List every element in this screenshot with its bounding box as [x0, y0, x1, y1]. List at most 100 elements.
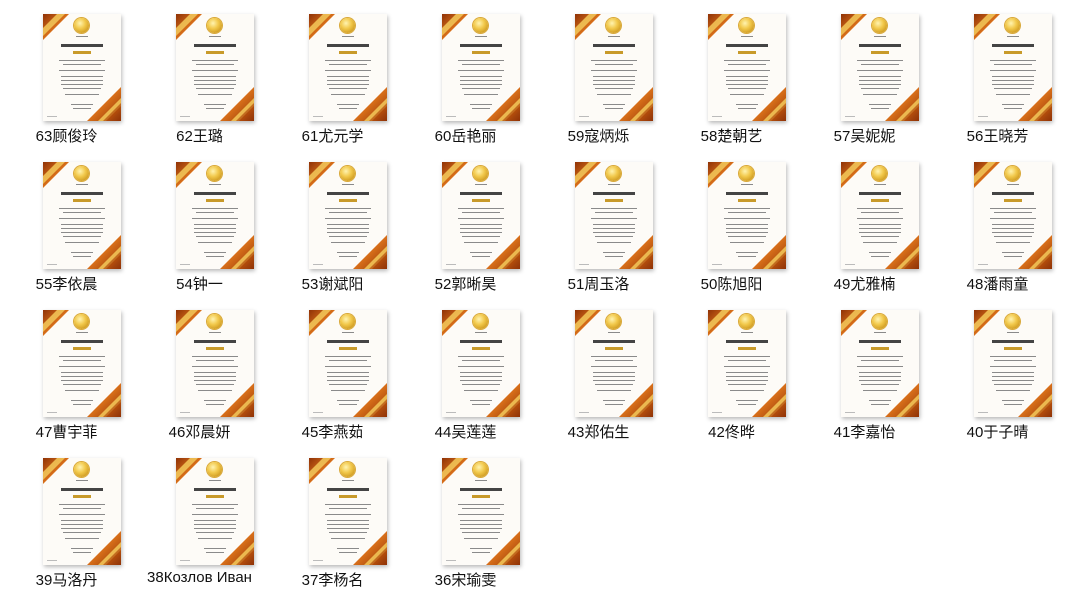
- file-item[interactable]: 41李嘉怡: [798, 296, 931, 444]
- file-name-label: 59寇炳烁: [567, 128, 630, 145]
- file-item[interactable]: 48潘雨童: [931, 148, 1064, 296]
- file-item[interactable]: 52郭晰昊: [399, 148, 532, 296]
- gold-medal-icon: [207, 166, 222, 181]
- file-name-label: 42佟晔: [708, 424, 755, 441]
- gold-medal-icon: [207, 314, 222, 329]
- file-item[interactable]: 36宋瑜雯: [399, 444, 532, 592]
- file-name-label: 58楚朝艺: [700, 128, 763, 145]
- file-name-label: 53谢斌阳: [301, 276, 364, 293]
- file-item[interactable]: 46邓晨妍: [133, 296, 266, 444]
- gold-medal-icon: [606, 166, 621, 181]
- certificate-thumbnail: [575, 162, 653, 269]
- file-name-label: 54钟一: [176, 276, 223, 293]
- file-name-label: 36宋瑜雯: [434, 572, 497, 589]
- file-item[interactable]: 37李杨名: [266, 444, 399, 592]
- certificate-thumbnail: [841, 162, 919, 269]
- file-item[interactable]: 59寇炳烁: [532, 0, 665, 148]
- gold-medal-icon: [340, 166, 355, 181]
- file-item[interactable]: 42佟晔: [665, 296, 798, 444]
- file-name-label: 38Козлов Иван: [147, 569, 252, 586]
- file-item[interactable]: 62王璐: [133, 0, 266, 148]
- file-item[interactable]: 60岳艳丽: [399, 0, 532, 148]
- gold-medal-icon: [340, 314, 355, 329]
- file-item[interactable]: 57吴妮妮: [798, 0, 931, 148]
- gold-medal-icon: [606, 18, 621, 33]
- file-item[interactable]: 54钟一: [133, 148, 266, 296]
- file-item[interactable]: 50陈旭阳: [665, 148, 798, 296]
- certificate-thumbnail: [442, 310, 520, 417]
- file-name-label: 40于子晴: [966, 424, 1029, 441]
- certificate-thumbnail: [974, 310, 1052, 417]
- certificate-thumbnail: [43, 458, 121, 565]
- gold-medal-icon: [207, 462, 222, 477]
- file-item[interactable]: 39马洛丹: [0, 444, 133, 592]
- file-name-label: 41李嘉怡: [833, 424, 896, 441]
- gold-medal-icon: [74, 18, 89, 33]
- file-item[interactable]: 47曹宇菲: [0, 296, 133, 444]
- gold-medal-icon: [74, 314, 89, 329]
- certificate-thumbnail: [841, 310, 919, 417]
- certificate-thumbnail: [43, 310, 121, 417]
- file-item[interactable]: 61尤元学: [266, 0, 399, 148]
- gold-medal-icon: [1005, 18, 1020, 33]
- file-name-label: 56王晓芳: [966, 128, 1029, 145]
- file-name-label: 49尤雅楠: [833, 276, 896, 293]
- certificate-thumbnail: [442, 14, 520, 121]
- certificate-thumbnail: [442, 458, 520, 565]
- file-item[interactable]: 49尤雅楠: [798, 148, 931, 296]
- gold-medal-icon: [473, 18, 488, 33]
- gold-medal-icon: [74, 166, 89, 181]
- file-item[interactable]: 51周玉洛: [532, 148, 665, 296]
- certificate-thumbnail: [442, 162, 520, 269]
- file-item[interactable]: 55李依晨: [0, 148, 133, 296]
- file-name-label: 46邓晨妍: [168, 424, 231, 441]
- gold-medal-icon: [340, 18, 355, 33]
- file-name-label: 55李依晨: [35, 276, 98, 293]
- file-item[interactable]: 45李燕茹: [266, 296, 399, 444]
- file-name-label: 63顾俊玲: [35, 128, 98, 145]
- file-name-label: 62王璐: [176, 128, 223, 145]
- file-name-label: 57吴妮妮: [833, 128, 896, 145]
- certificate-thumbnail: [974, 14, 1052, 121]
- certificate-thumbnail: [708, 162, 786, 269]
- file-item[interactable]: 63顾俊玲: [0, 0, 133, 148]
- gold-medal-icon: [74, 462, 89, 477]
- certificate-thumbnail: [708, 14, 786, 121]
- file-item[interactable]: 58楚朝艺: [665, 0, 798, 148]
- gold-medal-icon: [1005, 166, 1020, 181]
- certificate-thumbnail: [43, 162, 121, 269]
- file-item[interactable]: 56王晓芳: [931, 0, 1064, 148]
- gold-medal-icon: [1005, 314, 1020, 329]
- file-name-label: 50陈旭阳: [700, 276, 763, 293]
- file-name-label: 43郑佑生: [567, 424, 630, 441]
- file-name-label: 61尤元学: [301, 128, 364, 145]
- file-name-label: 60岳艳丽: [434, 128, 497, 145]
- file-name-label: 39马洛丹: [35, 572, 98, 589]
- file-name-label: 51周玉洛: [567, 276, 630, 293]
- gold-medal-icon: [872, 18, 887, 33]
- certificate-thumbnail: [176, 14, 254, 121]
- certificate-thumbnail: [309, 14, 387, 121]
- file-grid: 63顾俊玲 62王璐 61尤元学 60岳艳丽 59寇炳烁 58楚朝艺 57吴妮妮…: [0, 0, 1070, 616]
- file-item[interactable]: 40于子晴: [931, 296, 1064, 444]
- certificate-thumbnail: [575, 14, 653, 121]
- file-item[interactable]: 43郑佑生: [532, 296, 665, 444]
- gold-medal-icon: [872, 314, 887, 329]
- certificate-thumbnail: [43, 14, 121, 121]
- file-name-label: 45李燕茹: [301, 424, 364, 441]
- certificate-thumbnail: [575, 310, 653, 417]
- file-name-label: 37李杨名: [301, 572, 364, 589]
- gold-medal-icon: [606, 314, 621, 329]
- certificate-thumbnail: [974, 162, 1052, 269]
- certificate-thumbnail: [708, 310, 786, 417]
- certificate-thumbnail: [176, 458, 254, 565]
- gold-medal-icon: [340, 462, 355, 477]
- certificate-thumbnail: [309, 458, 387, 565]
- file-item[interactable]: 53谢斌阳: [266, 148, 399, 296]
- certificate-thumbnail: [841, 14, 919, 121]
- file-name-label: 44吴莲莲: [434, 424, 497, 441]
- certificate-thumbnail: [309, 310, 387, 417]
- gold-medal-icon: [473, 462, 488, 477]
- file-item[interactable]: 44吴莲莲: [399, 296, 532, 444]
- file-item[interactable]: 38Козлов Иван: [133, 444, 266, 592]
